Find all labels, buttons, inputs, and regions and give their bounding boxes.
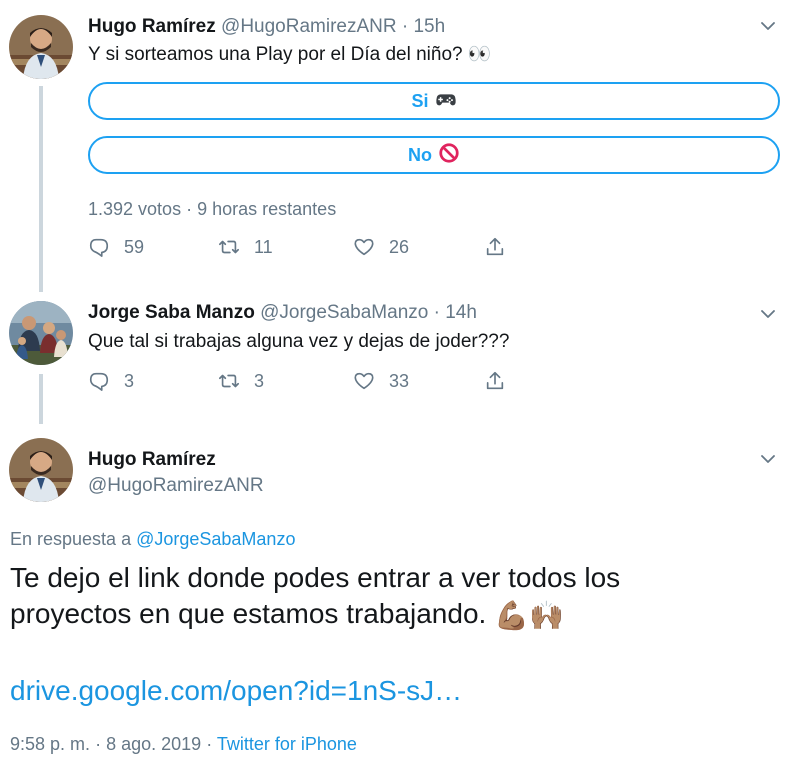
retweet-count: 11: [254, 236, 273, 257]
separator-dot: ·: [186, 199, 193, 219]
separator-dot: ·: [206, 734, 213, 754]
poll-option-label: Si: [411, 90, 429, 111]
drive-link[interactable]: drive.google.com/open?id=1nS-sJ…: [10, 675, 462, 707]
poll-option-no[interactable]: No: [88, 136, 780, 174]
tweet-time[interactable]: 14h: [445, 302, 477, 323]
reply-context: En respuesta a @JorgeSabaManzo: [10, 529, 295, 550]
reply-button[interactable]: 3: [88, 370, 134, 392]
separator-dot: ·: [401, 16, 409, 37]
separator-dot: ·: [433, 302, 440, 323]
tweet2-header: Jorge Saba Manzo @JorgeSabaManzo · 14h: [88, 302, 477, 324]
author-name[interactable]: Jorge Saba Manzo: [88, 302, 255, 323]
avatar-hugo[interactable]: [9, 15, 73, 79]
muscle-raised-hands-emoji: 💪🏽🙌🏽: [494, 599, 564, 631]
chevron-down-icon[interactable]: [760, 451, 776, 467]
avatar-jorge[interactable]: [9, 301, 73, 365]
heart-icon: [353, 236, 375, 258]
tweet-text: Y si sorteamos una Play por el Día del n…: [88, 44, 492, 65]
main-tweet-text-line1: Te dejo el link donde podes entrar a ver…: [10, 562, 621, 593]
poll-remaining: 9 horas restantes: [197, 199, 337, 219]
poll-option-label: No: [408, 144, 432, 165]
retweet-count: 3: [254, 370, 265, 391]
author-handle[interactable]: @JorgeSabaManzo: [260, 302, 428, 323]
reply-icon: [88, 236, 110, 258]
heart-icon: [353, 370, 375, 392]
gamepad-icon: [435, 88, 457, 115]
tweet-time[interactable]: 15h: [413, 16, 445, 37]
tweet1-header: Hugo Ramírez @HugoRamirezANR · 15h: [88, 16, 445, 38]
thread-line: [39, 86, 43, 292]
tweet-source-link[interactable]: Twitter for iPhone: [217, 734, 357, 754]
tweet-date[interactable]: 8 ago. 2019: [106, 734, 201, 754]
retweet-icon: [218, 236, 240, 258]
like-button[interactable]: 33: [353, 370, 409, 392]
tweet1-actions: 59 11 26: [88, 236, 528, 260]
reply-count: 3: [124, 370, 135, 391]
like-count: 26: [389, 236, 410, 257]
separator-dot: ·: [95, 734, 102, 754]
reply-button[interactable]: 59: [88, 236, 144, 258]
share-icon: [484, 370, 506, 392]
reply-prefix: En respuesta a: [10, 529, 132, 549]
main-tweet-text-line2: proyectos en que estamos trabajando. 💪🏽🙌…: [10, 596, 564, 634]
main-tweet-text: proyectos en que estamos trabajando.: [10, 598, 487, 629]
thread-line: [39, 374, 43, 424]
poll-votes: 1.392 votos: [88, 199, 182, 219]
tweet2-actions: 3 3 33: [88, 370, 528, 394]
share-button[interactable]: [484, 236, 506, 258]
tweet-footer: 9:58 p. m. · 8 ago. 2019 · Twitter for i…: [10, 734, 357, 755]
author-name[interactable]: Hugo Ramírez: [88, 449, 216, 471]
tweet-text: Que tal si trabajas alguna vez y dejas d…: [88, 331, 510, 352]
share-icon: [484, 236, 506, 258]
retweet-icon: [218, 370, 240, 392]
like-button[interactable]: 26: [353, 236, 409, 258]
poll-meta: 1.392 votos · 9 horas restantes: [88, 199, 336, 220]
reply-mention-link[interactable]: @JorgeSabaManzo: [136, 529, 295, 549]
retweet-button[interactable]: 11: [218, 236, 273, 258]
share-button[interactable]: [484, 370, 506, 392]
like-count: 33: [389, 370, 410, 391]
prohibited-icon: [438, 142, 460, 169]
reply-count: 59: [124, 236, 145, 257]
retweet-button[interactable]: 3: [218, 370, 264, 392]
chevron-down-icon[interactable]: [760, 306, 776, 322]
chevron-down-icon[interactable]: [760, 18, 776, 34]
author-handle[interactable]: @HugoRamirezANR: [88, 475, 264, 497]
author-handle[interactable]: @HugoRamirezANR: [221, 16, 397, 37]
reply-icon: [88, 370, 110, 392]
avatar-hugo[interactable]: [9, 438, 73, 502]
author-name[interactable]: Hugo Ramírez: [88, 16, 216, 37]
tweet-time[interactable]: 9:58 p. m.: [10, 734, 90, 754]
poll-option-si[interactable]: Si: [88, 82, 780, 120]
